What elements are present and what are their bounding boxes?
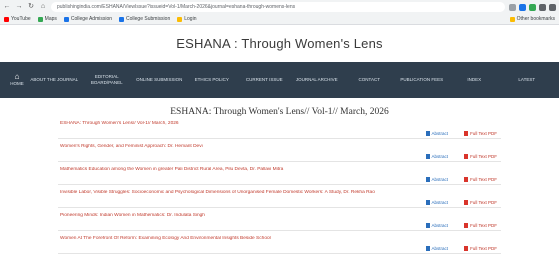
home-browser-icon[interactable]: ⌂ [39,3,47,11]
nav-online-submission[interactable]: ONLINE SUBMISSION [133,77,186,83]
article-links: Abstract Full Text PDF [425,246,497,251]
document-icon [425,177,430,182]
site-title: ESHANA : Through Women's Lens [176,36,383,51]
nav-contact[interactable]: CONTACT [343,77,396,83]
reload-icon[interactable]: ↻ [27,3,35,11]
pdf-link[interactable]: Full Text PDF [464,177,497,182]
article-row: ESHANA: Through Women's Lens// Vol-1// M… [58,120,501,139]
extension-icon[interactable] [519,3,526,11]
globe-icon [119,16,125,22]
nav-about[interactable]: ABOUT THE JOURNAL [28,77,81,83]
login-icon [177,16,183,22]
article-row: Invisible Labor, Visible Struggles: Soci… [58,189,501,208]
pdf-link[interactable]: Full Text PDF [464,246,497,251]
document-icon [425,154,430,159]
article-row: Women's Rights, Gender, and Feminist App… [58,143,501,162]
youtube-icon [4,16,9,22]
pdf-icon [464,246,469,251]
extension-icon[interactable] [529,3,536,11]
menu-dots-icon[interactable] [549,3,556,11]
article-title[interactable]: Invisible Labor, Visible Struggles: Soci… [60,190,480,195]
pdf-icon [464,154,469,159]
abstract-link[interactable]: Abstract [425,131,448,136]
nav-current-issue[interactable]: CURRENT ISSUE [238,77,291,83]
article-row: Women At The Forefront Of Reform: Examin… [58,235,501,254]
abstract-link[interactable]: Abstract [425,177,448,182]
bookmark-item[interactable]: YouTube [4,16,31,22]
star-icon[interactable] [509,3,516,11]
article-links: Abstract Full Text PDF [425,131,497,136]
pdf-icon [464,200,469,205]
nav-journal-archive[interactable]: JOURNAL ARCHIVE [291,77,344,83]
pdf-icon [464,223,469,228]
article-row: Pioneering Minds: Indian Women in Mathem… [58,212,501,231]
nav-ethics-policy[interactable]: ETHICS POLICY [186,77,239,83]
article-row: Mathematics Education among the Women in… [58,166,501,185]
nav-editorial-board[interactable]: EDITORIAL BOARD/PANEL [81,74,134,86]
document-icon [425,131,430,136]
puzzle-icon[interactable] [539,3,546,11]
article-links: Abstract Full Text PDF [425,177,497,182]
abstract-link[interactable]: Abstract [425,200,448,205]
address-bar[interactable]: publishingindia.com/ESHANA/ViewIssue?iss… [51,2,505,12]
bookmark-item[interactable]: College Submission [119,16,170,22]
maps-icon [37,16,43,22]
bookmarks-bar: YouTube Maps College Admission College S… [0,14,559,25]
issue-heading: ESHANA: Through Women's Lens// Vol-1// M… [170,107,389,117]
pdf-link[interactable]: Full Text PDF [464,200,497,205]
bookmark-item[interactable]: Login [177,16,196,22]
browser-toolbar: ← → ↻ ⌂ publishingindia.com/ESHANA/ViewI… [0,0,559,14]
main-nav: ⌂ HOME ABOUT THE JOURNAL EDITORIAL BOARD… [0,62,559,98]
forward-icon[interactable]: → [15,3,23,11]
pdf-link[interactable]: Full Text PDF [464,131,497,136]
article-links: Abstract Full Text PDF [425,154,497,159]
extension-icons [509,3,556,11]
other-bookmarks[interactable]: Other bookmarks [509,16,555,22]
pdf-icon [464,177,469,182]
bookmark-item[interactable]: Maps [37,16,57,22]
article-title[interactable]: Women At The Forefront Of Reform: Examin… [60,236,480,241]
pdf-link[interactable]: Full Text PDF [464,223,497,228]
folder-icon [509,16,515,22]
document-icon [425,223,430,228]
nav-home[interactable]: ⌂ HOME [6,73,28,87]
abstract-link[interactable]: Abstract [425,154,448,159]
bookmark-item[interactable]: College Admission [63,16,112,22]
nav-latest[interactable]: LATEST [501,77,554,83]
abstract-link[interactable]: Abstract [425,246,448,251]
article-links: Abstract Full Text PDF [425,200,497,205]
document-icon [425,200,430,205]
article-title[interactable]: Mathematics Education among the Women in… [60,167,480,172]
article-title[interactable]: Pioneering Minds: Indian Women in Mathem… [60,213,480,218]
home-icon: ⌂ [14,72,20,81]
pdf-link[interactable]: Full Text PDF [464,154,497,159]
nav-index[interactable]: INDEX [448,77,501,83]
globe-icon [63,16,69,22]
document-icon [425,246,430,251]
article-links: Abstract Full Text PDF [425,223,497,228]
abstract-link[interactable]: Abstract [425,223,448,228]
article-title[interactable]: Women's Rights, Gender, and Feminist App… [60,144,480,149]
article-title[interactable]: ESHANA: Through Women's Lens// Vol-1// M… [60,121,480,126]
nav-publication-fees[interactable]: PUBLICATION FEES [396,77,449,83]
pdf-icon [464,131,469,136]
back-icon[interactable]: ← [3,3,11,11]
